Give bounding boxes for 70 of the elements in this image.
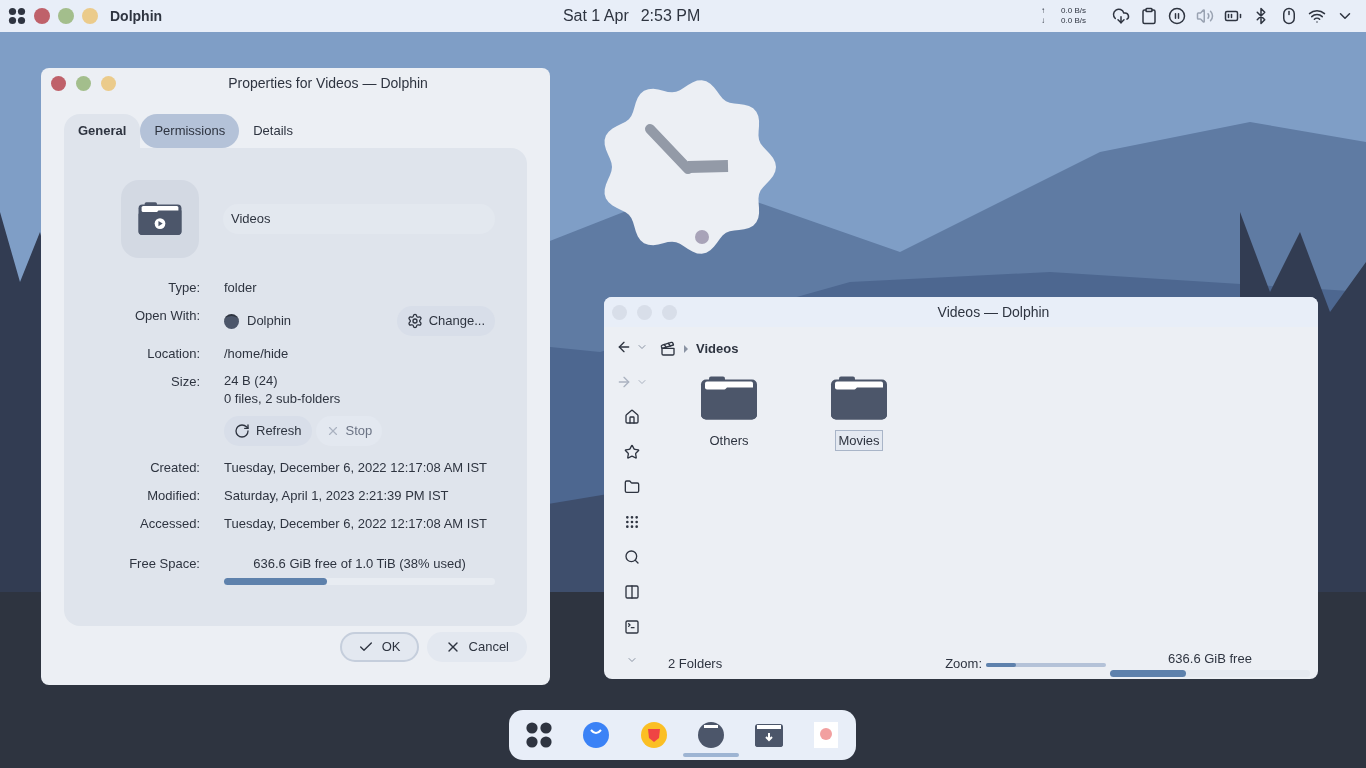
folder-icon[interactable] xyxy=(624,479,640,495)
name-field[interactable]: Videos xyxy=(223,204,495,234)
free-space-text: 636.6 GiB free xyxy=(1168,649,1252,668)
star-icon[interactable] xyxy=(624,444,640,460)
search-icon[interactable] xyxy=(624,549,640,565)
field-value: 24 B (24) xyxy=(224,372,279,390)
download-folder-icon xyxy=(753,722,784,748)
pause-icon[interactable] xyxy=(1168,7,1186,25)
field-value: Tuesday, December 6, 2022 12:17:08 AM IST xyxy=(224,515,489,533)
field-value: Tuesday, December 6, 2022 12:17:08 AM IST xyxy=(224,459,489,477)
field-label: Size: xyxy=(170,373,200,391)
upload-arrow: ↑ xyxy=(1041,6,1047,16)
zoom-label: Zoom: xyxy=(945,654,982,673)
folder-label[interactable]: Others xyxy=(706,429,752,451)
field-label: Created: xyxy=(149,459,200,477)
status-text: 2 Folders xyxy=(668,654,723,673)
zoom-slider-fill[interactable] xyxy=(986,663,1016,667)
field-label: Type: xyxy=(167,279,200,297)
field-label: Free Space: xyxy=(128,555,200,573)
change-button[interactable]: Change... xyxy=(396,306,495,336)
field-label: Open With: xyxy=(133,307,200,325)
app-grid-icon[interactable] xyxy=(8,7,26,25)
dot-grid-icon[interactable] xyxy=(624,514,640,530)
cloud-download-icon[interactable] xyxy=(1112,7,1130,25)
folder-icon xyxy=(829,374,889,422)
app-grid-icon[interactable] xyxy=(525,721,553,749)
zoom-slider[interactable] xyxy=(986,663,1106,667)
image-thumbnail-icon xyxy=(813,722,838,748)
home-icon[interactable] xyxy=(624,409,640,425)
active-app-name: Dolphin xyxy=(110,7,163,26)
field-value: Dolphin xyxy=(247,312,292,330)
field-value: folder xyxy=(224,279,258,297)
back-icon[interactable] xyxy=(616,339,632,355)
date-text[interactable]: Sat 1 Apr xyxy=(562,4,629,28)
circle-arc-icon xyxy=(582,721,611,749)
download-arrow: ↓ xyxy=(1041,16,1047,26)
tab[interactable]: Permissions xyxy=(140,114,240,148)
folder-label[interactable]: Movies xyxy=(835,429,883,451)
breadcrumb-item[interactable]: Videos xyxy=(696,339,739,359)
refresh-icon xyxy=(234,423,250,439)
clipboard-icon[interactable] xyxy=(1140,7,1158,25)
time-text[interactable]: 2:53 PM xyxy=(640,4,701,28)
download-speed: 0.0 B/s xyxy=(1061,16,1086,26)
split-view-icon[interactable] xyxy=(624,584,640,600)
icon-tile[interactable] xyxy=(121,180,199,258)
field-label: Modified: xyxy=(146,487,200,505)
window-title: Properties for Videos — Dolphin xyxy=(227,73,429,93)
clapperboard-icon[interactable] xyxy=(660,340,676,357)
dark-folder-circle-icon xyxy=(697,721,726,749)
cancel-button[interactable]: Cancel xyxy=(426,632,527,662)
folder-icon xyxy=(699,374,759,422)
settings-icon xyxy=(406,313,423,329)
refresh-button[interactable]: Refresh xyxy=(224,416,312,446)
breadcrumb-separator-icon xyxy=(684,344,688,353)
app-icon xyxy=(224,313,239,329)
upload-speed: 0.0 B/s xyxy=(1061,6,1086,16)
field-value: /home/hide xyxy=(224,345,290,363)
tab[interactable]: General xyxy=(64,114,141,148)
field-label: Location: xyxy=(146,345,200,363)
wifi-icon[interactable] xyxy=(1308,7,1326,25)
video-folder-icon xyxy=(137,201,183,237)
terminal-icon[interactable] xyxy=(624,619,640,635)
tab[interactable]: Details xyxy=(239,114,307,148)
ok-button[interactable]: OK xyxy=(339,632,419,662)
field-label: Accessed: xyxy=(139,515,200,533)
field-value: Saturday, April 1, 2023 2:21:39 PM IST xyxy=(224,487,450,505)
field-detail: 0 files, 2 sub-folders xyxy=(224,390,342,408)
free-space-text: 636.6 GiB free of 1.0 TiB (38% used) xyxy=(253,555,466,573)
window-title: Videos — Dolphin xyxy=(936,302,1051,322)
mouse-icon[interactable] xyxy=(1280,7,1298,25)
